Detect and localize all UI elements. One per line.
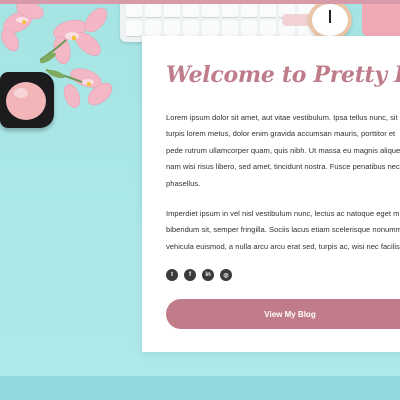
intro-paragraph-2: Imperdiet ipsum in vel nisl vestibulum n… xyxy=(166,206,400,255)
flowers-image xyxy=(1,0,113,108)
social-links: t f in ◎ xyxy=(166,269,400,282)
paragraph-line: nam wisi risus libero, sed amet, tincidu… xyxy=(166,162,400,172)
intro-paragraph-1: Lorem ipsum dolor sit amet, aut vitae ve… xyxy=(166,110,400,192)
paragraph-line: vehicula euismod, a nulla arcu arcu erat… xyxy=(166,241,400,251)
bottom-band xyxy=(0,376,400,400)
instagram-icon[interactable]: ◎ xyxy=(220,269,232,282)
watch-image xyxy=(308,0,352,40)
pink-box-image xyxy=(362,0,400,36)
paragraph-line: Imperdiet ipsum in vel nisl vestibulum n… xyxy=(166,209,400,219)
welcome-card: Welcome to Pretty Pinky Lorem ipsum dolo… xyxy=(142,36,400,352)
top-strip xyxy=(0,0,400,4)
linkedin-icon[interactable]: in xyxy=(202,269,214,282)
page-title: Welcome to Pretty Pinky xyxy=(166,62,400,88)
paragraph-line: Lorem ipsum dolor sit amet, aut vitae ve… xyxy=(166,113,398,122)
view-my-blog-label: View My Blog xyxy=(264,309,316,319)
twitter-icon[interactable]: t xyxy=(166,269,178,282)
facebook-icon[interactable]: f xyxy=(184,269,196,282)
paragraph-line: pede rutrum ullamcorper quam, quis nibh.… xyxy=(166,145,400,155)
paragraph-line: phasellus. xyxy=(166,178,201,188)
paragraph-line: turpis lorem metus, dolor enim gravida a… xyxy=(166,129,396,139)
paragraph-line: bibendum sit, semper fringilla. Sociis l… xyxy=(166,225,400,235)
view-my-blog-button[interactable]: View My Blog xyxy=(166,299,400,330)
